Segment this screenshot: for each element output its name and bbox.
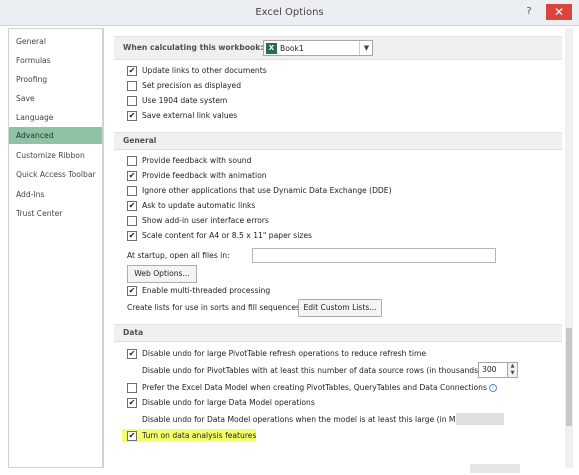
chevron-down-icon[interactable]: ▼: [359, 41, 373, 55]
edit-custom-lists-button[interactable]: Edit Custom Lists...: [298, 299, 382, 317]
data-section-header: Data: [114, 324, 562, 342]
date-1904-label: Use 1904 date system: [142, 96, 228, 105]
window-title: Excel Options: [255, 7, 324, 18]
model-size-label: Disable undo for Data Model operations w…: [142, 415, 461, 424]
advanced-options-pane: When calculating this workbook: X Book1 …: [114, 28, 564, 473]
prefer-data-model-label: Prefer the Excel Data Model when creatin…: [142, 383, 487, 392]
scrollbar-thumb[interactable]: [566, 328, 572, 426]
sidebar-item-trust-center[interactable]: Trust Center: [9, 205, 102, 222]
data-analysis-checkbox[interactable]: ✔: [127, 431, 137, 441]
update-links-label: Update links to other documents: [142, 66, 267, 75]
model-undo-label: Disable undo for large Data Model operat…: [142, 398, 315, 407]
set-precision-checkbox[interactable]: [127, 81, 137, 91]
workbook-select[interactable]: X Book1 ▼: [263, 40, 373, 56]
pivot-undo-label: Disable undo for large PivotTable refres…: [142, 349, 427, 358]
spinner-down-icon[interactable]: ▼: [508, 370, 517, 377]
set-precision-label: Set precision as displayed: [142, 81, 242, 90]
workbook-select-value: Book1: [280, 44, 304, 53]
update-automatic-links-label: Ask to update automatic links: [142, 201, 256, 210]
sidebar-item-quick-access-toolbar[interactable]: Quick Access Toolbar: [9, 166, 102, 183]
pivot-undo-checkbox[interactable]: ✔: [127, 349, 137, 359]
prefer-data-model-checkbox[interactable]: [127, 383, 137, 393]
content-scrollbar[interactable]: [565, 28, 573, 468]
ignore-dde-label: Ignore other applications that use Dynam…: [142, 186, 392, 195]
spinner-up-icon[interactable]: ▲: [508, 363, 517, 370]
sidebar-item-add-ins[interactable]: Add-Ins: [9, 186, 102, 203]
save-external-links-label: Save external link values: [142, 111, 238, 120]
sidebar-item-language[interactable]: Language: [9, 109, 102, 126]
feedback-animation-label: Provide feedback with animation: [142, 171, 267, 180]
addin-errors-checkbox[interactable]: [127, 216, 137, 226]
sidebar-item-save[interactable]: Save: [9, 90, 102, 107]
startup-folder-label: At startup, open all files in:: [127, 251, 230, 260]
excel-workbook-icon: X: [266, 43, 277, 54]
web-options-button[interactable]: Web Options...: [127, 265, 197, 283]
title-bar: Excel Options ? ✕: [0, 0, 579, 26]
feedback-animation-checkbox[interactable]: ✔: [127, 171, 137, 181]
cut-off-button[interactable]: [470, 464, 520, 473]
save-external-links-checkbox[interactable]: ✔: [127, 111, 137, 121]
scale-content-label: Scale content for A4 or 8.5 x 11" paper …: [142, 231, 312, 240]
feedback-sound-label: Provide feedback with sound: [142, 156, 252, 165]
custom-lists-label: Create lists for use in sorts and fill s…: [127, 303, 303, 312]
multithread-label: Enable multi-threaded processing: [142, 286, 271, 295]
info-icon[interactable]: i: [488, 384, 497, 392]
scale-content-checkbox[interactable]: ✔: [127, 231, 137, 241]
general-section-header: General: [114, 132, 562, 150]
close-icon[interactable]: ✕: [546, 4, 572, 20]
model-size-input[interactable]: [456, 413, 504, 425]
sidebar-item-general[interactable]: General: [9, 33, 102, 50]
sidebar-item-formulas[interactable]: Formulas: [9, 52, 102, 69]
ignore-dde-checkbox[interactable]: [127, 186, 137, 196]
sidebar-item-proofing[interactable]: Proofing: [9, 71, 102, 88]
update-links-checkbox[interactable]: ✔: [127, 66, 137, 76]
pivot-rows-input[interactable]: 300: [478, 362, 508, 378]
help-icon[interactable]: ?: [520, 4, 538, 20]
model-undo-checkbox[interactable]: ✔: [127, 398, 137, 408]
feedback-sound-checkbox[interactable]: [127, 156, 137, 166]
multithread-checkbox[interactable]: ✔: [127, 286, 137, 296]
startup-folder-input[interactable]: [252, 248, 496, 263]
pivot-rows-label: Disable undo for PivotTables with at lea…: [142, 366, 484, 375]
sidebar-item-customize-ribbon[interactable]: Customize Ribbon: [9, 147, 102, 164]
date-1904-checkbox[interactable]: [127, 96, 137, 106]
options-sidebar: General Formulas Proofing Save Language …: [8, 28, 104, 468]
pivot-rows-spinner[interactable]: ▲ ▼: [508, 362, 518, 378]
sidebar-item-advanced[interactable]: Advanced: [9, 127, 102, 144]
addin-errors-label: Show add-in user interface errors: [142, 216, 269, 225]
update-automatic-links-checkbox[interactable]: ✔: [127, 201, 137, 211]
calc-workbook-label: When calculating this workbook:: [123, 43, 264, 52]
data-analysis-label: Turn on data analysis features: [142, 431, 257, 440]
prefer-data-model-text: Prefer the Excel Data Model when creatin…: [142, 381, 497, 395]
